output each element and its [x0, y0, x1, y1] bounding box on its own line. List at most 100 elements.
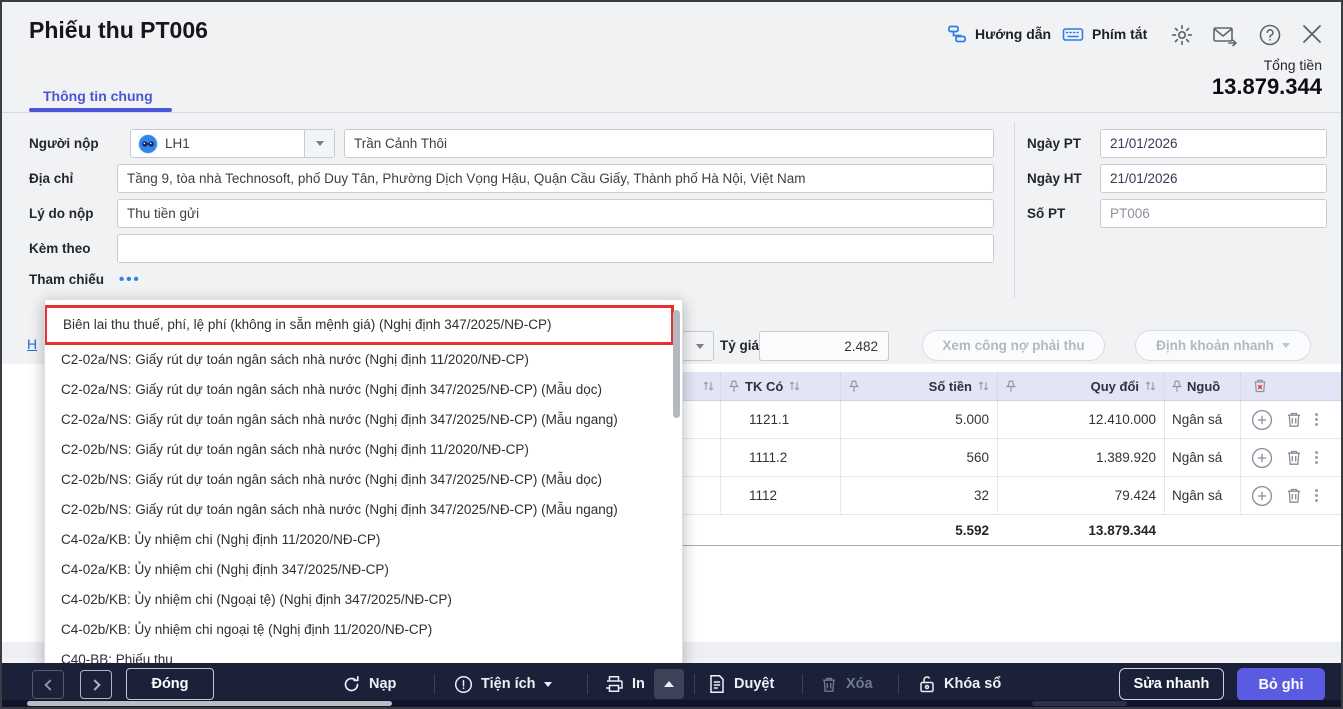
add-row-button[interactable]: [1251, 447, 1273, 469]
unpost-button[interactable]: Bỏ ghi: [1237, 668, 1325, 701]
row-more-icon[interactable]: [1315, 451, 1318, 454]
address-input[interactable]: [117, 164, 994, 193]
utilities-button[interactable]: Tiện ích: [454, 663, 552, 705]
print-menu-item[interactable]: Biên lai thu thuế, phí, lệ phí (không in…: [44, 305, 674, 345]
cell-tk-co[interactable]: 1112: [720, 477, 840, 514]
print-menu-item[interactable]: C4-02a/KB: Ủy nhiệm chi (Nghị định 11/20…: [45, 525, 682, 555]
row-more-icon[interactable]: [1315, 413, 1318, 416]
posting-date-input[interactable]: [1100, 164, 1327, 193]
posting-date-label: Ngày HT: [1027, 164, 1082, 193]
attachment-input[interactable]: [117, 234, 994, 263]
mail-send-icon: [1212, 23, 1238, 47]
help-icon: [1258, 23, 1282, 47]
pin-icon[interactable]: [729, 380, 739, 393]
print-button[interactable]: In: [604, 663, 645, 705]
pin-icon[interactable]: [1172, 380, 1182, 393]
print-menu-item[interactable]: C2-02a/NS: Giấy rút dự toán ngân sách nh…: [45, 375, 682, 405]
row-more-icon[interactable]: [1315, 489, 1318, 492]
trash-icon: [1285, 486, 1303, 505]
sort-icon[interactable]: [789, 380, 800, 392]
quick-edit-button[interactable]: Sửa nhanh: [1119, 668, 1224, 700]
sort-icon[interactable]: [703, 380, 714, 392]
plus-circle-icon: [1251, 409, 1273, 431]
reason-label: Lý do nộp: [29, 199, 94, 228]
sort-icon[interactable]: [978, 380, 989, 392]
print-menu-item[interactable]: C2-02a/NS: Giấy rút dự toán ngân sách nh…: [45, 345, 682, 375]
payer-code-value: LH1: [165, 136, 304, 151]
total-amount-label: Tổng tiền: [1264, 57, 1322, 73]
table-row[interactable]: 1121.1 5.000 12.410.000 Ngân sá: [657, 401, 1341, 439]
col-header-so-tien[interactable]: Số tiền: [929, 379, 972, 394]
accounting-grid: TK Có Số tiền Quy đổi: [657, 372, 1341, 546]
delete-row-button[interactable]: [1285, 410, 1303, 429]
payer-name-input[interactable]: [344, 129, 994, 158]
approve-button[interactable]: Duyệt: [708, 663, 774, 705]
partially-hidden-link[interactable]: H: [27, 336, 37, 352]
quick-entry-button[interactable]: Định khoản nhanh: [1135, 330, 1311, 361]
exchange-rate-input[interactable]: [759, 331, 889, 361]
trash-icon: [1285, 448, 1303, 467]
print-menu-item[interactable]: C2-02b/NS: Giấy rút dự toán ngân sách nh…: [45, 465, 682, 495]
view-receivable-button[interactable]: Xem công nợ phải thu: [922, 330, 1105, 361]
print-menu-item[interactable]: C2-02b/NS: Giấy rút dự toán ngân sách nh…: [45, 435, 682, 465]
total-quy-doi: 13.879.344: [997, 515, 1164, 545]
print-menu-toggle[interactable]: [654, 669, 684, 699]
lock-period-button[interactable]: Khóa sổ: [918, 663, 1001, 705]
pin-icon[interactable]: [1006, 380, 1016, 393]
cell-so-tien[interactable]: 560: [840, 439, 997, 476]
guide-button[interactable]: Hướng dẫn: [947, 24, 1051, 44]
print-menu-item[interactable]: C2-02a/NS: Giấy rút dự toán ngân sách nh…: [45, 405, 682, 435]
cell-nguon[interactable]: Ngân sá: [1164, 477, 1240, 514]
cell-so-tien[interactable]: 5.000: [840, 401, 997, 438]
help-button[interactable]: [1257, 22, 1283, 48]
cell-tk-co[interactable]: 1121.1: [720, 401, 840, 438]
chevron-down-icon[interactable]: [304, 130, 334, 157]
cell-quy-doi[interactable]: 1.389.920: [997, 439, 1164, 476]
prev-record-button[interactable]: [32, 670, 64, 699]
cell-quy-doi[interactable]: 79.424: [997, 477, 1164, 514]
delete-row-button[interactable]: [1285, 486, 1303, 505]
payer-label: Người nộp: [29, 129, 99, 158]
cell-tk-co[interactable]: 1111.2: [720, 439, 840, 476]
delete-button: Xóa: [820, 663, 873, 705]
plus-circle-icon: [1251, 485, 1273, 507]
reference-more-icon[interactable]: •••: [119, 271, 141, 288]
reason-input[interactable]: [117, 199, 994, 228]
receipt-date-input[interactable]: [1100, 129, 1327, 158]
print-menu-item[interactable]: C2-02b/NS: Giấy rút dự toán ngân sách nh…: [45, 495, 682, 525]
cell-so-tien[interactable]: 32: [840, 477, 997, 514]
print-menu-item[interactable]: C4-02a/KB: Ủy nhiệm chi (Nghị định 347/2…: [45, 555, 682, 585]
cell-quy-doi[interactable]: 12.410.000: [997, 401, 1164, 438]
sort-icon[interactable]: [1145, 380, 1156, 392]
delete-row-button[interactable]: [1285, 448, 1303, 467]
guide-label: Hướng dẫn: [975, 26, 1051, 42]
col-header-nguon[interactable]: Nguồ: [1187, 379, 1220, 394]
shortcut-button[interactable]: Phím tắt: [1062, 24, 1147, 44]
col-header-tk-co[interactable]: TK Có: [745, 379, 783, 394]
document-icon: [708, 674, 726, 694]
add-row-button[interactable]: [1251, 409, 1273, 431]
delete-column-icon[interactable]: [1251, 377, 1269, 395]
table-row[interactable]: 1112 32 79.424 Ngân sá: [657, 477, 1341, 515]
next-record-button[interactable]: [80, 670, 112, 699]
cell-nguon[interactable]: Ngân sá: [1164, 401, 1240, 438]
cell-nguon[interactable]: Ngân sá: [1164, 439, 1240, 476]
col-header-quy-doi[interactable]: Quy đổi: [1091, 379, 1139, 394]
pin-icon[interactable]: [849, 380, 859, 393]
close-button[interactable]: [1299, 21, 1325, 47]
add-row-button[interactable]: [1251, 485, 1273, 507]
print-menu-item[interactable]: C4-02b/KB: Ủy nhiệm chi (Ngoại tệ) (Nghị…: [45, 585, 682, 615]
doc-number-input[interactable]: [1100, 199, 1327, 228]
reload-button[interactable]: Nạp: [342, 663, 396, 705]
print-menu-item[interactable]: C4-02b/KB: Ủy nhiệm chi ngoại tệ (Nghị đ…: [45, 615, 682, 645]
grid-header-row: TK Có Số tiền Quy đổi: [657, 372, 1341, 401]
close-form-button[interactable]: Đóng: [126, 668, 214, 700]
settings-button[interactable]: [1169, 22, 1195, 48]
send-mail-button[interactable]: [1212, 22, 1238, 48]
payer-code-select[interactable]: LH1: [130, 129, 335, 158]
grid-total-row: 5.592 13.879.344: [657, 515, 1341, 546]
hscroll-thumb[interactable]: [27, 701, 392, 706]
table-row[interactable]: 1111.2 560 1.389.920 Ngân sá: [657, 439, 1341, 477]
tab-general-info[interactable]: Thông tin chung: [43, 88, 153, 104]
menu-scrollbar-thumb[interactable]: [673, 310, 680, 418]
